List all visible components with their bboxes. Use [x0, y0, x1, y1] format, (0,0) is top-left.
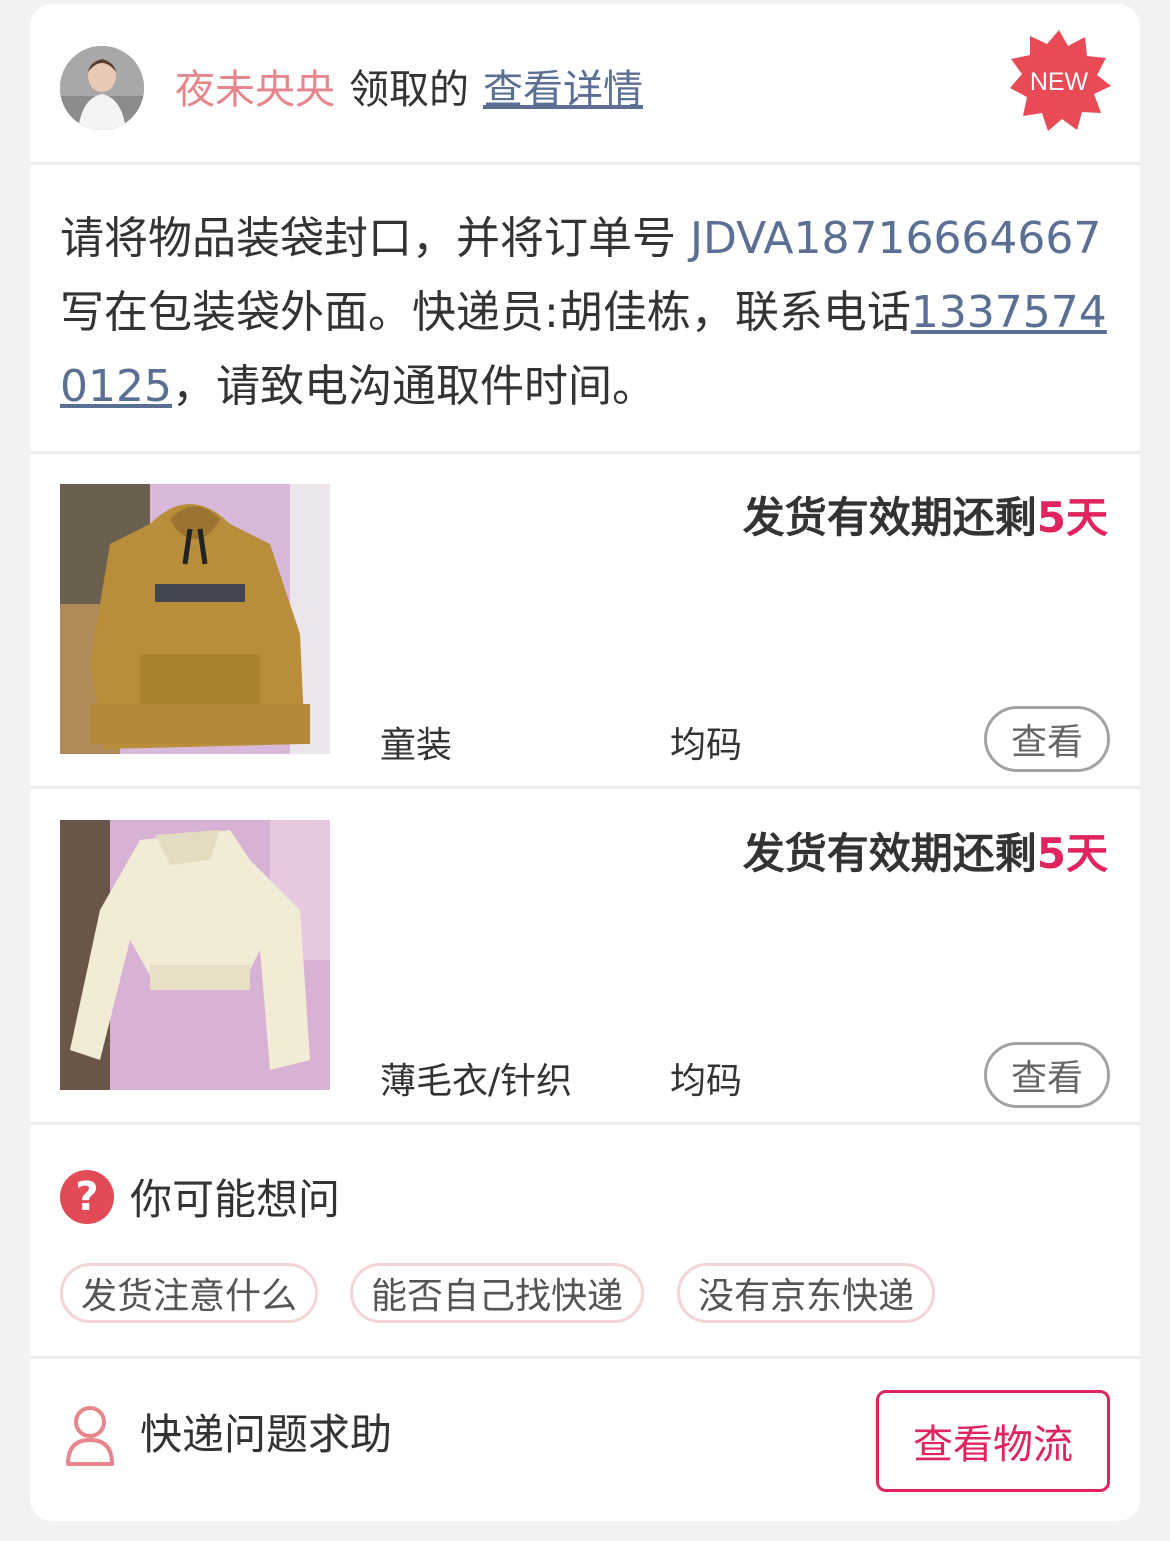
shipping-deadline: 发货有效期还剩5天 — [743, 484, 1108, 545]
divider — [30, 1122, 1140, 1125]
deadline-label: 发货有效期还剩 — [742, 829, 1037, 878]
faq-chip[interactable]: 能否自己找快递 — [350, 1263, 644, 1323]
item-category: 薄毛衣/针织 — [380, 1061, 573, 1102]
avatar[interactable] — [60, 46, 144, 130]
divider — [30, 1356, 1140, 1359]
item-thumbnail[interactable] — [60, 820, 330, 1090]
instruction-text: ，请致电沟通取件时间。 — [171, 361, 656, 412]
view-logistics-button[interactable]: 查看物流 — [876, 1390, 1110, 1492]
item-size: 均码 — [670, 1061, 743, 1102]
claim-info: 夜未央央 领取的 查看详情 — [175, 54, 643, 118]
deadline-days: 5天 — [1036, 829, 1108, 878]
item-thumbnail[interactable] — [60, 484, 330, 754]
shipping-instruction: 请将物品装袋封口，并将订单号 JDVA18716664667 写在包装袋外面。快… — [60, 202, 1108, 424]
divider — [30, 162, 1140, 165]
sweater-photo — [60, 820, 330, 1090]
divider — [30, 786, 1140, 789]
new-badge-text: NEW — [1030, 68, 1089, 96]
order-card: 夜未央央 领取的 查看详情 NEW 请将物品装袋封口，并将订单号 JDVA187… — [30, 4, 1140, 1521]
divider — [30, 451, 1140, 454]
order-number[interactable]: JDVA18716664667 — [690, 213, 1101, 264]
instruction-text: 请将物品装袋封口，并将订单号 — [60, 213, 690, 264]
hoodie-photo — [60, 484, 330, 754]
username[interactable]: 夜未央央 — [175, 57, 335, 115]
question-icon: ? — [60, 1170, 114, 1224]
deadline-days: 5天 — [1036, 493, 1108, 542]
item-category: 童装 — [380, 725, 453, 766]
view-item-button[interactable]: 查看 — [984, 706, 1110, 772]
faq-chip[interactable]: 发货注意什么 — [60, 1263, 318, 1323]
view-item-button[interactable]: 查看 — [984, 1042, 1110, 1108]
instruction-text: 写在包装袋外面。快递员:胡佳栋，联系电话 — [60, 287, 911, 338]
view-details-link[interactable]: 查看详情 — [483, 57, 643, 115]
shipping-deadline: 发货有效期还剩5天 — [743, 820, 1108, 881]
claimed-label: 领取的 — [349, 67, 469, 113]
deadline-label: 发货有效期还剩 — [742, 493, 1037, 542]
courier-help-link[interactable]: 快递问题求助 — [140, 1404, 392, 1466]
new-badge: NEW — [1007, 28, 1111, 132]
faq-chip[interactable]: 没有京东快递 — [677, 1263, 935, 1323]
starburst-icon: NEW — [1010, 30, 1111, 131]
avatar-image — [60, 46, 144, 130]
person-icon — [64, 1404, 116, 1466]
item-size: 均码 — [670, 725, 743, 766]
faq-title: 你可能想问 — [130, 1175, 341, 1224]
